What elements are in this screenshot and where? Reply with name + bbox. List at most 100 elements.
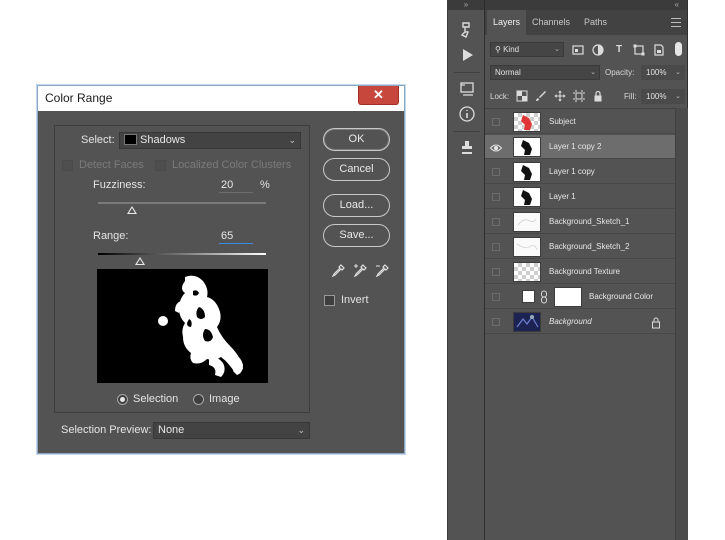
fuzziness-slider-track[interactable] <box>98 202 266 204</box>
close-button[interactable]: ✕ <box>358 86 399 105</box>
visibility-toggle[interactable] <box>492 293 500 301</box>
tab-paths[interactable]: Paths <box>578 10 613 35</box>
layer-name: Layer 1 copy <box>549 167 595 176</box>
selection-radio-label: Selection <box>133 393 179 405</box>
opacity-label: Opacity: <box>605 68 635 77</box>
history-brush-icon[interactable] <box>457 20 477 40</box>
dialog-title-bar[interactable]: Color Range <box>38 86 404 111</box>
layer-name: Background_Sketch_1 <box>549 217 630 226</box>
fill-swatch-thumbnail <box>522 290 535 303</box>
eyedropper-icon[interactable] <box>330 263 346 279</box>
visibility-toggle[interactable] <box>492 268 500 276</box>
kind-filter-value: Kind <box>503 45 520 54</box>
layer-name: Subject <box>549 117 576 126</box>
layer-mask-thumbnail <box>554 287 582 307</box>
layer-thumbnail <box>513 262 541 282</box>
layers-scrollbar[interactable] <box>675 108 688 540</box>
collapse-strip-button[interactable]: » <box>448 0 484 10</box>
range-slider-thumb[interactable] <box>135 257 145 265</box>
image-radio-label: Image <box>209 393 240 405</box>
layer-row-layer-1-copy[interactable]: Layer 1 copy <box>485 160 675 184</box>
select-value: Shadows <box>140 134 186 146</box>
kind-filter-dropdown[interactable]: ⚲ Kind ⌄ <box>490 42 564 57</box>
layer-row-layer-1[interactable]: Layer 1 <box>485 185 675 209</box>
dialog-title: Color Range <box>45 91 113 105</box>
layer-row-background-color[interactable]: Background Color <box>485 285 675 309</box>
pixel-filter-icon[interactable] <box>572 44 584 56</box>
opacity-input[interactable]: 100% ⌄ <box>641 65 685 80</box>
fill-label: Fill: <box>624 92 637 101</box>
layer-name: Layer 1 copy 2 <box>549 142 602 151</box>
ok-button[interactable]: OK <box>323 128 390 151</box>
smart-object-filter-icon[interactable] <box>653 44 665 56</box>
eye-icon[interactable] <box>489 141 503 153</box>
eyedropper-minus-icon[interactable] <box>374 263 390 279</box>
image-radio[interactable] <box>193 394 204 405</box>
localized-clusters-label: Localized Color Clusters <box>172 159 292 171</box>
layer-row-background-texture[interactable]: Background Texture <box>485 260 675 284</box>
lock-pixels-brush-icon[interactable] <box>535 90 547 102</box>
layer-row-background-sketch-2[interactable]: Background_Sketch_2 <box>485 235 675 259</box>
visibility-toggle[interactable] <box>492 318 500 326</box>
detect-faces-checkbox[interactable] <box>62 160 73 171</box>
save-button[interactable]: Save... <box>323 224 390 247</box>
layer-row-subject[interactable]: Subject <box>485 110 675 134</box>
chevron-down-icon: ⌄ <box>675 93 681 100</box>
layer-thumbnail <box>513 137 541 157</box>
search-icon: ⚲ <box>495 45 501 54</box>
fuzziness-input[interactable]: 20 <box>219 179 253 193</box>
layer-comps-icon[interactable] <box>457 79 477 99</box>
localized-clusters-checkbox[interactable] <box>155 160 166 171</box>
eyedropper-plus-icon[interactable] <box>352 263 368 279</box>
strip-divider <box>454 131 480 132</box>
lock-icon <box>651 316 661 329</box>
adjustment-filter-icon[interactable] <box>592 44 604 56</box>
selection-radio[interactable] <box>117 394 128 405</box>
lock-all-icon[interactable] <box>592 90 604 102</box>
range-slider-track[interactable] <box>98 253 266 255</box>
visibility-toggle[interactable] <box>492 218 500 226</box>
play-action-icon[interactable] <box>457 45 477 65</box>
info-icon[interactable] <box>457 104 477 124</box>
invert-checkbox[interactable] <box>324 295 335 306</box>
collapse-panel-button[interactable]: « <box>485 0 687 10</box>
detect-faces-label: Detect Faces <box>79 159 144 171</box>
lock-position-move-icon[interactable] <box>554 90 566 102</box>
range-input[interactable]: 65 <box>219 230 253 244</box>
panel-menu-icon[interactable] <box>671 18 681 27</box>
layer-name: Background Texture <box>549 267 621 276</box>
lock-transparency-icon[interactable] <box>516 90 528 102</box>
layer-row-background-sketch-1[interactable]: Background_Sketch_1 <box>485 210 675 234</box>
load-button[interactable]: Load... <box>323 194 390 217</box>
layer-row-background[interactable]: Background <box>485 310 675 334</box>
settings-panel: Select: Shadows ⌄ Detect Faces Localized… <box>54 125 310 413</box>
visibility-toggle[interactable] <box>492 168 500 176</box>
collapse-icon: » <box>463 0 469 9</box>
select-dropdown[interactable]: Shadows ⌄ <box>119 132 301 149</box>
fill-input[interactable]: 100% ⌄ <box>641 89 685 104</box>
color-swatch <box>124 134 137 145</box>
layer-name: Background_Sketch_2 <box>549 242 630 251</box>
fuzziness-slider-thumb[interactable] <box>126 206 137 214</box>
filter-toggle[interactable] <box>675 42 682 56</box>
type-filter-icon[interactable]: T <box>613 44 625 56</box>
selection-preview-image <box>97 269 268 383</box>
visibility-toggle[interactable] <box>492 193 500 201</box>
shape-filter-icon[interactable] <box>633 44 645 56</box>
color-range-dialog: Color Range ✕ Select: Shadows ⌄ Detect F… <box>37 85 405 454</box>
blend-mode-dropdown[interactable]: Normal ⌄ <box>490 65 600 80</box>
layer-thumbnail <box>513 312 541 332</box>
link-icon[interactable] <box>540 290 548 304</box>
cancel-button[interactable]: Cancel <box>323 158 390 181</box>
layer-name: Layer 1 <box>549 192 576 201</box>
lock-artboard-icon[interactable] <box>573 90 585 102</box>
selection-preview-dropdown[interactable]: None ⌄ <box>153 422 310 439</box>
layer-row-layer-1-copy-2[interactable]: Layer 1 copy 2 <box>485 135 675 159</box>
layer-thumbnail <box>513 212 541 232</box>
panel-tabs: Layers Channels Paths <box>485 10 687 35</box>
clone-source-icon[interactable] <box>457 138 477 158</box>
visibility-toggle[interactable] <box>492 118 500 126</box>
tab-channels[interactable]: Channels <box>526 10 576 35</box>
tab-layers[interactable]: Layers <box>487 10 527 35</box>
visibility-toggle[interactable] <box>492 243 500 251</box>
